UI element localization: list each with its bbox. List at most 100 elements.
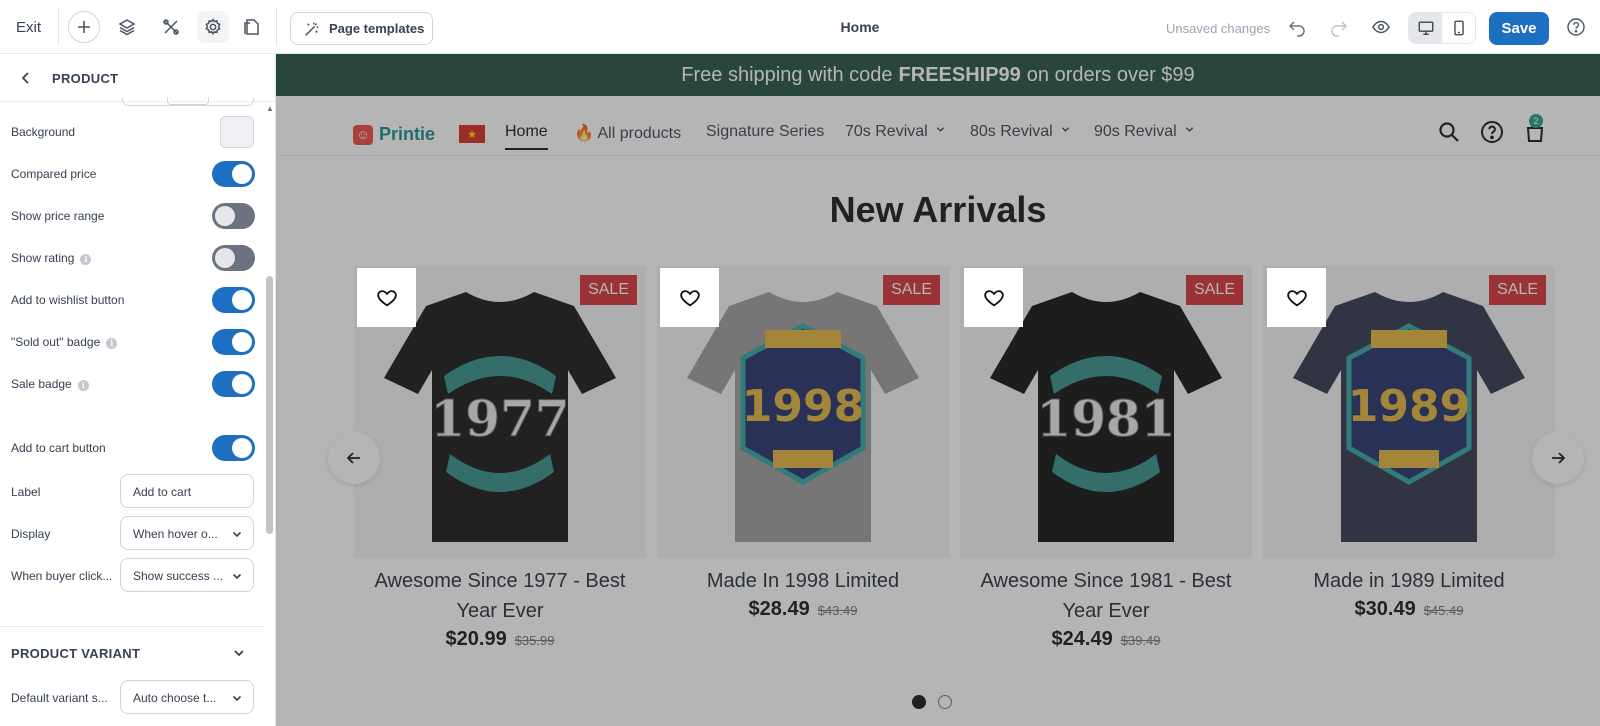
cart-count-badge: 2 <box>1529 114 1543 128</box>
carousel-next-button[interactable] <box>1532 432 1584 484</box>
sidebar-header: PRODUCT <box>0 54 275 102</box>
sale-badge: SALE <box>580 275 637 305</box>
sale-badge-toggle[interactable] <box>212 371 255 397</box>
add-element-button[interactable] <box>68 11 100 43</box>
info-icon[interactable]: i <box>80 254 92 265</box>
show-rating-toggle[interactable] <box>212 245 255 271</box>
exit-button[interactable]: Exit <box>16 19 41 36</box>
pagination-dot[interactable] <box>912 695 926 709</box>
product-price: $24.49 $39.49 <box>960 628 1252 651</box>
gear-icon <box>205 18 221 36</box>
pages-icon <box>244 19 259 35</box>
logo-mark-icon: ☺ <box>353 124 373 145</box>
sale-badge: SALE <box>1489 275 1546 305</box>
setting-display: Display When hover o... <box>0 516 263 552</box>
segmented-control-partial[interactable] <box>122 97 254 106</box>
setting-add-to-wishlist: Add to wishlist button <box>0 282 263 318</box>
undo-button[interactable] <box>1281 11 1313 43</box>
sale-price: $30.49 <box>1354 598 1416 620</box>
setting-sale-badge: Sale badge i <box>0 366 263 402</box>
default-variant-select[interactable]: Auto choose t... <box>120 680 254 714</box>
help-circle-icon[interactable] <box>1480 120 1504 144</box>
nav-90s-revival[interactable]: 90s Revival <box>1094 123 1194 141</box>
magic-wand-icon <box>305 22 319 36</box>
add-to-wishlist-toggle[interactable] <box>212 287 255 313</box>
nav-80s-revival[interactable]: 80s Revival <box>970 123 1070 141</box>
compare-price: $45.49 <box>1423 603 1464 618</box>
device-switcher <box>1408 12 1476 44</box>
compare-price: $43.49 <box>817 603 858 618</box>
scroll-up-arrow-icon[interactable]: ▲ <box>266 104 274 113</box>
carousel-prev-button[interactable] <box>328 432 380 484</box>
chevron-down-icon <box>1061 127 1069 132</box>
vietnam-flag-icon[interactable]: ★ <box>459 125 485 143</box>
add-to-cart-toggle[interactable] <box>212 435 255 461</box>
setting-sold-out-badge: "Sold out" badge i <box>0 324 263 360</box>
wishlist-button[interactable] <box>357 268 416 327</box>
mobile-icon <box>1453 20 1464 36</box>
store-logo[interactable]: ☺ Printie <box>353 124 435 145</box>
compare-price: $39.49 <box>1120 633 1161 648</box>
toolbar-divider <box>276 8 277 46</box>
preview-button[interactable] <box>1365 11 1397 43</box>
setting-label: Add to cart button <box>11 441 106 455</box>
search-icon[interactable] <box>1437 120 1461 144</box>
setting-add-to-cart: Add to cart button <box>0 430 263 466</box>
wishlist-button[interactable] <box>660 268 719 327</box>
pagination-dot[interactable] <box>938 695 952 709</box>
nav-signature-series[interactable]: Signature Series <box>706 123 824 141</box>
nav-label: 80s Revival <box>970 123 1053 140</box>
setting-label: Compared price <box>11 167 97 181</box>
tools-button[interactable] <box>155 11 187 43</box>
settings-button[interactable] <box>197 11 229 43</box>
setting-label: "Sold out" badge <box>11 335 101 349</box>
sold-out-badge-toggle[interactable] <box>212 329 255 355</box>
setting-when-buyer-click: When buyer click... Show success ... <box>0 558 263 594</box>
chevron-down-icon[interactable] <box>232 646 246 660</box>
section-divider <box>0 626 264 627</box>
background-color-swatch[interactable] <box>220 116 254 148</box>
editor-canvas: Free shipping with code FREESHIP99 on or… <box>276 54 1600 726</box>
chevron-down-icon <box>232 573 242 580</box>
setting-label-text: Label Add to cart <box>0 474 263 510</box>
page-templates-button[interactable]: Page templates <box>290 12 433 45</box>
display-select[interactable]: When hover o... <box>120 516 254 550</box>
cart-label-input[interactable]: Add to cart <box>120 474 254 508</box>
info-icon[interactable]: i <box>77 380 89 391</box>
when-buyer-click-select[interactable]: Show success ... <box>120 558 254 592</box>
undo-icon <box>1288 21 1305 37</box>
wishlist-button[interactable] <box>1267 268 1326 327</box>
redo-button[interactable] <box>1323 11 1355 43</box>
nav-all-products[interactable]: 🔥 All products <box>574 123 681 143</box>
chevron-down-icon <box>936 127 944 132</box>
pages-button[interactable] <box>236 11 268 43</box>
mobile-view-button[interactable] <box>1442 13 1475 43</box>
info-icon[interactable]: i <box>106 338 118 349</box>
save-button[interactable]: Save <box>1489 12 1549 45</box>
help-button[interactable] <box>1560 11 1592 43</box>
setting-label: Show price range <box>11 209 105 223</box>
nav-70s-revival[interactable]: 70s Revival <box>845 123 945 141</box>
editor-toolbar: Exit Page templates Home Unsaved changes <box>0 0 1600 54</box>
logo-name: Printie <box>379 124 436 144</box>
desktop-view-button[interactable] <box>1409 13 1442 43</box>
product-title[interactable]: Awesome Since 1977 - Best Year Ever <box>354 566 646 626</box>
product-title[interactable]: Awesome Since 1981 - Best Year Ever <box>960 566 1252 626</box>
nav-label: 90s Revival <box>1094 123 1177 140</box>
compared-price-toggle[interactable] <box>212 161 255 187</box>
section-title-product-variant[interactable]: PRODUCT VARIANT <box>11 646 140 661</box>
default-variant-value: Auto choose t... <box>133 691 217 705</box>
nav-home[interactable]: Home <box>505 123 548 150</box>
show-price-range-toggle[interactable] <box>212 203 255 229</box>
product-title[interactable]: Made In 1998 Limited <box>657 566 949 596</box>
layers-button[interactable] <box>111 11 143 43</box>
wishlist-button[interactable] <box>964 268 1023 327</box>
setting-label: When buyer click... <box>11 569 113 583</box>
sidebar-scrollbar[interactable] <box>266 276 273 534</box>
desktop-icon <box>1418 21 1433 35</box>
setting-label-wrap: Sale badge i <box>11 377 89 391</box>
product-title[interactable]: Made in 1989 Limited <box>1263 566 1555 596</box>
current-page-name[interactable]: Home <box>800 19 920 35</box>
nav-label: 70s Revival <box>845 123 928 140</box>
chevron-left-icon[interactable] <box>18 68 34 88</box>
